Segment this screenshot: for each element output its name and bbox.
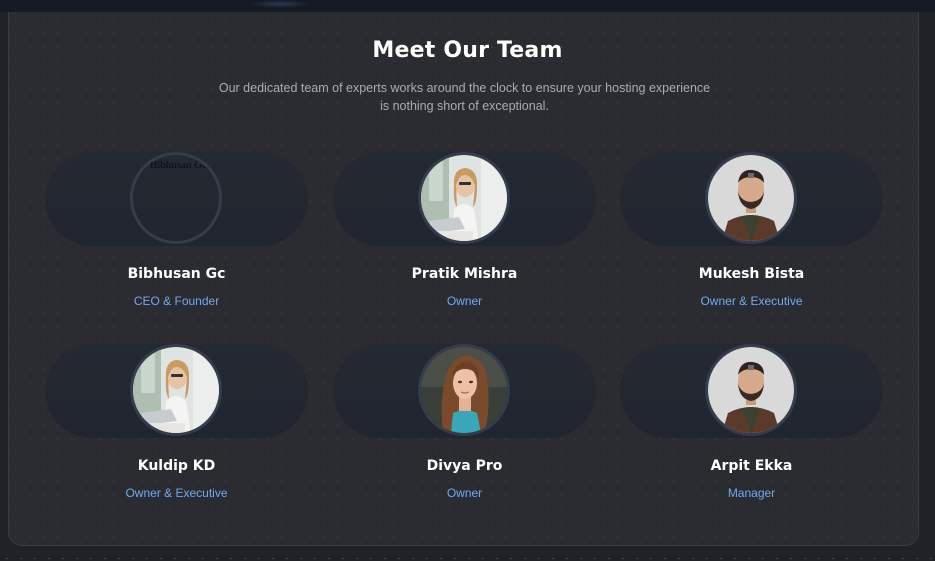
member-role: Owner (446, 294, 483, 308)
section-title: Meet Our Team (372, 38, 563, 63)
avatar-woman-portrait-photo (418, 344, 510, 436)
member-role: Owner (446, 486, 483, 500)
avatar-broken-image: Bibhusan Gc (130, 152, 222, 244)
bottom-dotted-divider (0, 556, 935, 561)
team-card-pratik: Pratik Mishra Owner (333, 152, 596, 322)
section-subtitle: Our dedicated team of experts works arou… (218, 81, 711, 113)
team-card-arpit: Arpit Ekka Manager (620, 344, 883, 514)
avatar-woman-office-photo (418, 152, 510, 244)
avatar-man-bearded-photo (705, 344, 797, 436)
member-name: Kuldip KD (137, 458, 216, 474)
member-name: Pratik Mishra (411, 266, 518, 282)
member-name: Divya Pro (426, 458, 503, 474)
team-card-bibhusan: Bibhusan Gc Bibhusan Gc CEO & Founder (45, 152, 308, 322)
team-card-mukesh: Mukesh Bista Owner & Executive (620, 152, 883, 322)
member-role: Owner & Executive (125, 486, 228, 500)
member-name: Mukesh Bista (698, 266, 805, 282)
team-card-divya: Divya Pro Owner (333, 344, 596, 514)
member-name: Arpit Ekka (710, 458, 793, 474)
avatar-alt-text: Bibhusan Gc (150, 159, 208, 171)
top-navigation-bar (0, 0, 935, 12)
member-role: CEO & Founder (133, 294, 220, 308)
avatar-man-bearded-photo (705, 152, 797, 244)
member-role: Manager (727, 486, 776, 500)
member-name: Bibhusan Gc (127, 266, 226, 282)
team-card-kuldip: Kuldip KD Owner & Executive (45, 344, 308, 514)
avatar-woman-office-photo (130, 344, 222, 436)
nav-glow-decoration (250, 0, 310, 8)
member-role: Owner & Executive (700, 294, 803, 308)
